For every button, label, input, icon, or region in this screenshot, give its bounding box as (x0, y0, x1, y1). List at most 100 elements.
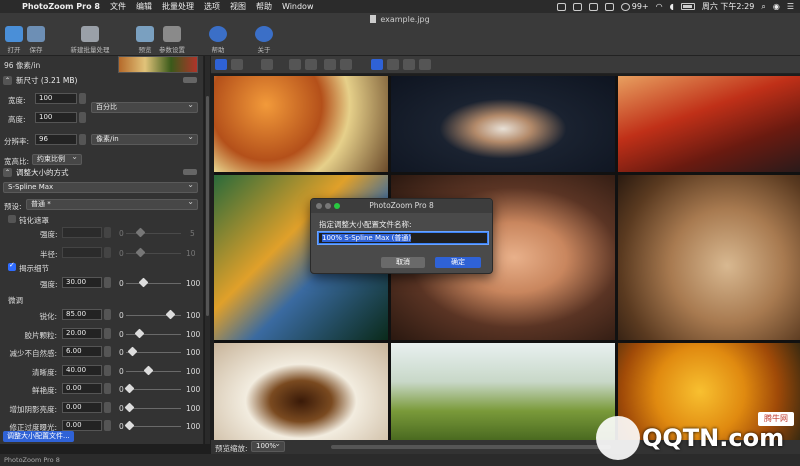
siri-icon[interactable]: ◉ (773, 2, 780, 11)
save-button[interactable]: 保存 (14, 26, 58, 54)
fine-tune-knob[interactable] (127, 346, 138, 357)
fine-tune-stepper[interactable] (104, 309, 111, 320)
fine-tune-field[interactable]: 40.00 (62, 364, 102, 376)
mask-strength-field[interactable] (62, 227, 102, 238)
single-view-icon[interactable] (371, 59, 383, 70)
split-view-icon[interactable] (387, 59, 399, 70)
navigator-thumbnail[interactable] (118, 56, 198, 73)
menu-help[interactable]: 帮助 (256, 1, 272, 12)
menu-window[interactable]: Window (282, 2, 314, 11)
aspect-select[interactable]: 约束比例 (32, 152, 82, 165)
fine-tune-field[interactable]: 6.00 (62, 346, 102, 357)
menu-batch[interactable]: 批量处理 (162, 1, 194, 12)
panel-options-button[interactable] (183, 77, 197, 83)
fine-tune-stepper[interactable] (104, 346, 111, 357)
method-options-button[interactable] (183, 169, 197, 175)
fit-width-icon[interactable] (289, 59, 301, 70)
fine-tune-field[interactable]: 20.00 (62, 327, 102, 339)
refine-strength-slider[interactable] (126, 283, 181, 284)
size-unit-select[interactable]: 百分比 (91, 100, 198, 113)
mask-strength-knob[interactable] (135, 227, 146, 238)
hand-tool-icon[interactable] (215, 59, 227, 70)
refine-detail-checkbox[interactable] (8, 261, 16, 271)
fine-tune-knob[interactable] (124, 420, 135, 431)
status-icon-4[interactable] (604, 2, 614, 11)
ok-button[interactable]: 确定 (435, 257, 481, 268)
fine-tune-knob[interactable] (165, 309, 176, 320)
fine-tune-knob[interactable] (143, 365, 154, 375)
new-batch-button[interactable]: 新建批量处理 (68, 26, 112, 54)
panel-scrollbar[interactable] (205, 56, 210, 444)
mask-radius-field[interactable] (62, 247, 102, 258)
fit-height-icon[interactable] (305, 59, 317, 70)
fine-tune-field[interactable]: 85.00 (62, 309, 102, 320)
width-field[interactable]: 100 (35, 93, 77, 104)
refine-strength-knob[interactable] (138, 277, 149, 288)
menu-view[interactable]: 视图 (230, 1, 246, 12)
rotate-right-icon[interactable] (340, 59, 352, 70)
help-button[interactable]: 帮助 (196, 26, 240, 54)
mask-strength-stepper[interactable] (104, 227, 111, 238)
control-center-icon[interactable]: ☰ (787, 2, 794, 11)
resolution-stepper[interactable] (79, 134, 86, 145)
mask-radius-knob[interactable] (135, 247, 146, 258)
menu-file[interactable]: 文件 (110, 1, 126, 12)
fine-tune-slider[interactable] (126, 370, 181, 372)
zoom-window-icon[interactable] (334, 203, 340, 209)
crop-tool-icon[interactable] (261, 59, 273, 70)
battery-icon[interactable] (680, 3, 695, 10)
close-window-icon[interactable] (316, 203, 322, 209)
fine-tune-stepper[interactable] (104, 327, 111, 339)
method-select[interactable]: S-Spline Max (3, 180, 198, 193)
fine-tune-stepper[interactable] (104, 420, 111, 431)
resolution-unit-select[interactable]: 像素/in (91, 132, 198, 145)
new-size-header[interactable]: ⌃ 新尺寸 (3.21 MB) (3, 75, 77, 86)
fine-tune-stepper[interactable] (104, 383, 111, 394)
fine-tune-slider[interactable] (126, 389, 181, 390)
rotate-left-icon[interactable] (324, 59, 336, 70)
minimize-window-icon[interactable] (325, 203, 331, 209)
clock[interactable]: 周六 下午2:29 (702, 1, 755, 12)
preview-canvas[interactable] (214, 76, 800, 440)
notification-indicator[interactable]: 99+ (620, 2, 649, 11)
grid-view-icon[interactable] (419, 59, 431, 70)
volume-icon[interactable]: ◖ (670, 2, 674, 11)
height-field[interactable]: 100 (35, 112, 77, 123)
height-stepper[interactable] (79, 112, 86, 123)
mask-radius-stepper[interactable] (104, 247, 111, 258)
mask-radius-slider[interactable] (126, 253, 181, 254)
preset-select[interactable]: 普通 * (26, 197, 198, 210)
status-icon-3[interactable] (588, 2, 598, 11)
resolution-field[interactable]: 96 (35, 134, 77, 145)
refine-strength-stepper[interactable] (104, 277, 111, 288)
fine-tune-knob[interactable] (124, 402, 135, 412)
fine-tune-field[interactable]: 0.00 (62, 383, 102, 394)
refine-strength-field[interactable]: 30.00 (62, 277, 102, 288)
resize-profile-button[interactable]: 调整大小配置文件... (3, 431, 74, 442)
fine-tune-knob[interactable] (124, 383, 135, 394)
about-button[interactable]: 关于 (242, 26, 286, 54)
menu-options[interactable]: 选项 (204, 1, 220, 12)
mask-strength-slider[interactable] (126, 233, 181, 234)
fine-tune-stepper[interactable] (104, 401, 111, 413)
cancel-button[interactable]: 取消 (381, 257, 425, 268)
zoom-tool-icon[interactable] (231, 59, 243, 70)
settings-button[interactable]: 参数设置 (150, 26, 194, 54)
wifi-icon[interactable]: ◠ (656, 2, 663, 11)
sharpen-mask-checkbox[interactable] (8, 215, 16, 223)
preview-zoom-select[interactable]: 100% (251, 439, 285, 452)
width-stepper[interactable] (79, 93, 86, 104)
resize-method-header[interactable]: ⌃ 调整大小的方式 (3, 167, 69, 178)
status-icon-2[interactable] (572, 2, 582, 11)
fine-tune-stepper[interactable] (104, 364, 111, 376)
fine-tune-knob[interactable] (134, 328, 145, 338)
profile-name-input[interactable]: 100% S-Spline Max (普通) (318, 232, 488, 244)
horizontal-scrollbar[interactable] (331, 445, 611, 449)
status-icon-1[interactable] (556, 2, 566, 11)
fine-tune-field[interactable]: 0.00 (62, 401, 102, 413)
fine-tune-slider[interactable] (126, 426, 181, 427)
fine-tune-field[interactable]: 0.00 (62, 420, 102, 431)
menu-app-name[interactable]: PhotoZoom Pro 8 (22, 2, 100, 11)
split-horizontal-icon[interactable] (403, 59, 415, 70)
search-icon[interactable]: ⌕ (761, 2, 765, 12)
